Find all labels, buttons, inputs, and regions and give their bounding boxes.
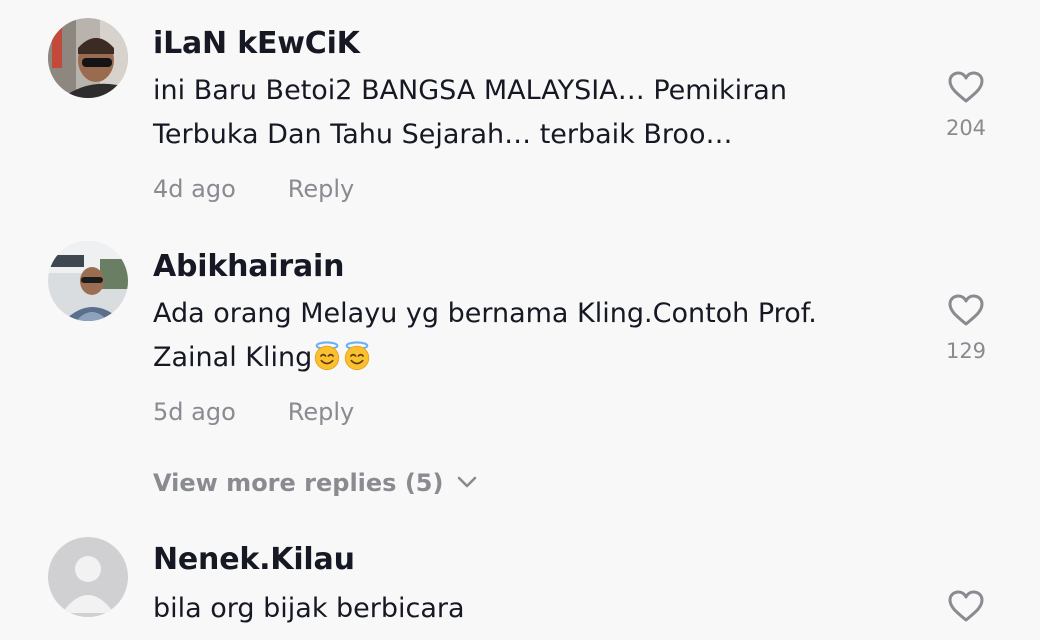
like-button[interactable] xyxy=(936,589,996,623)
comment-text: ini Baru Betoi2 BANGSA MALAYSIA… Pemikir… xyxy=(153,69,913,157)
comment-text-line: Terbuka Dan Tahu Sejarah… terbaik Broo… xyxy=(153,119,733,150)
heart-icon[interactable] xyxy=(947,589,985,623)
comment-text-line: bila org bijak berbicara xyxy=(153,593,465,624)
view-more-replies-label: View more replies (5) xyxy=(153,469,444,497)
view-more-replies-button[interactable]: View more replies (5) xyxy=(153,469,477,497)
user-photo-avatar-icon xyxy=(48,18,128,98)
user-photo-avatar-icon xyxy=(48,241,128,321)
avatar[interactable] xyxy=(48,537,128,617)
like-button[interactable]: 204 xyxy=(936,70,996,140)
like-count: 204 xyxy=(945,116,987,140)
comment-meta: 4d ago Reply xyxy=(153,175,354,203)
chevron-down-icon xyxy=(458,476,477,488)
comment-username[interactable]: iLaN kEwCiK xyxy=(153,26,360,61)
like-button[interactable]: 129 xyxy=(936,293,996,363)
reply-button[interactable]: Reply xyxy=(288,175,354,203)
comment-timestamp: 5d ago xyxy=(153,398,236,426)
comment-text-line: ini Baru Betoi2 BANGSA MALAYSIA… Pemikir… xyxy=(153,75,787,106)
like-count: 129 xyxy=(945,339,987,363)
comment-username[interactable]: Nenek.Kilau xyxy=(153,542,355,577)
comment-text-line: Ada orang Melayu yg bernama Kling.Contoh… xyxy=(153,298,817,329)
comment-timestamp: 4d ago xyxy=(153,175,236,203)
comment-meta: 5d ago Reply xyxy=(153,398,354,426)
avatar[interactable] xyxy=(48,18,128,98)
smiling-face-with-halo-icon xyxy=(345,341,370,371)
comment-section: iLaN kEwCiK ini Baru Betoi2 BANGSA MALAY… xyxy=(0,0,1040,640)
heart-icon[interactable] xyxy=(947,293,985,327)
default-avatar-icon xyxy=(48,537,128,617)
reply-button[interactable]: Reply xyxy=(288,398,354,426)
comment-text-line-with-emoji: Zainal Kling xyxy=(153,336,913,380)
avatar[interactable] xyxy=(48,241,128,321)
comment-text-line: Zainal Kling xyxy=(153,342,313,373)
smiling-face-with-halo-icon xyxy=(315,341,340,371)
comment-text: bila org bijak berbicara xyxy=(153,587,913,631)
comment-text: Ada orang Melayu yg bernama Kling.Contoh… xyxy=(153,292,913,380)
comment-username[interactable]: Abikhairain xyxy=(153,249,344,284)
heart-icon[interactable] xyxy=(947,70,985,104)
